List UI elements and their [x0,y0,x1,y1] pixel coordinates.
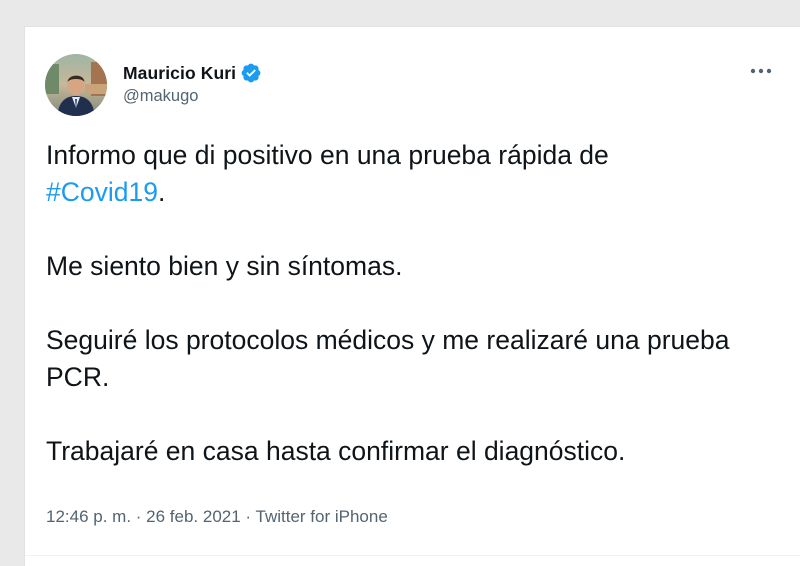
verified-badge-icon [240,62,262,84]
author-name-row: Mauricio Kuri [123,61,262,85]
tweet-line: Informo que di positivo en una prueba rá… [46,140,609,170]
avatar[interactable] [45,54,107,116]
profile-photo-icon [45,54,107,116]
author-name[interactable]: Mauricio Kuri [123,63,236,84]
tweet-time[interactable]: 12:46 p. m. [46,507,131,526]
tweet-paragraph: Informo que di positivo en una prueba rá… [46,137,746,211]
meta-separator: · [240,507,256,526]
tweet-card: Mauricio Kuri @makugo Informo que di pos… [24,26,800,566]
tweet-text: Informo que di positivo en una prueba rá… [46,137,746,470]
tweet-paragraph: Seguiré los protocolos médicos y me real… [46,325,730,392]
tweet-metadata: 12:46 p. m. · 26 feb. 2021 · Twitter for… [46,507,388,527]
tweet-punctuation: . [157,177,166,207]
meta-separator: · [131,507,147,526]
tweet-paragraph: Trabajaré en casa hasta confirmar el dia… [46,436,626,466]
author-handle[interactable]: @makugo [123,87,198,106]
tweet-date[interactable]: 26 feb. 2021 [146,507,241,526]
hashtag-link[interactable]: #Covid19 [46,177,158,207]
tweet-paragraph: Me siento bien y sin síntomas. [46,251,403,281]
more-horizontal-icon [750,68,772,74]
tweet-source[interactable]: Twitter for iPhone [256,507,388,526]
more-options-button[interactable] [746,61,776,81]
